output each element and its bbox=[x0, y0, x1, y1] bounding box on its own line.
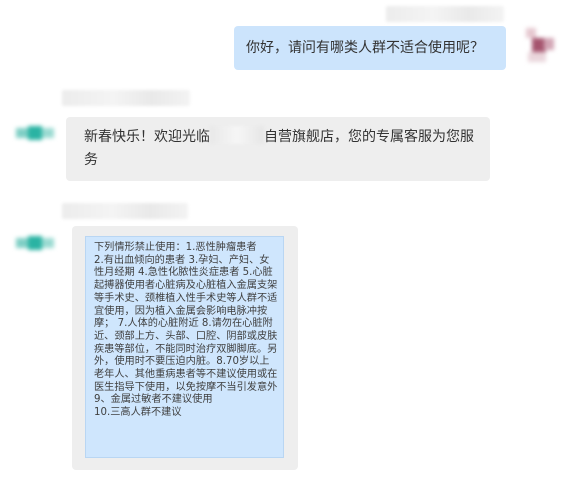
contraindications-text-image: 下列情形禁止使用：1.恶性肿瘤患者 2.有出血倾向的患者 3.孕妇、产妇、女性月… bbox=[85, 236, 284, 458]
redacted-store-name bbox=[210, 126, 264, 144]
customer-avatar bbox=[518, 24, 558, 64]
message-meta-blurred bbox=[62, 90, 190, 106]
message-meta-blurred bbox=[62, 203, 188, 219]
message-text: 你好，请问有哪类人群不适合使用呢？ bbox=[246, 40, 484, 56]
message-meta-blurred bbox=[386, 6, 504, 22]
message-text: 新春快乐！欢迎光临 bbox=[84, 129, 210, 145]
service-message-bubble: 新春快乐！欢迎光临 自营旗舰店，您的专属客服为您服务 bbox=[66, 117, 490, 181]
customer-message-bubble: 你好，请问有哪类人群不适合使用呢？ bbox=[234, 26, 506, 70]
service-avatar bbox=[16, 126, 56, 140]
service-avatar bbox=[16, 236, 56, 250]
